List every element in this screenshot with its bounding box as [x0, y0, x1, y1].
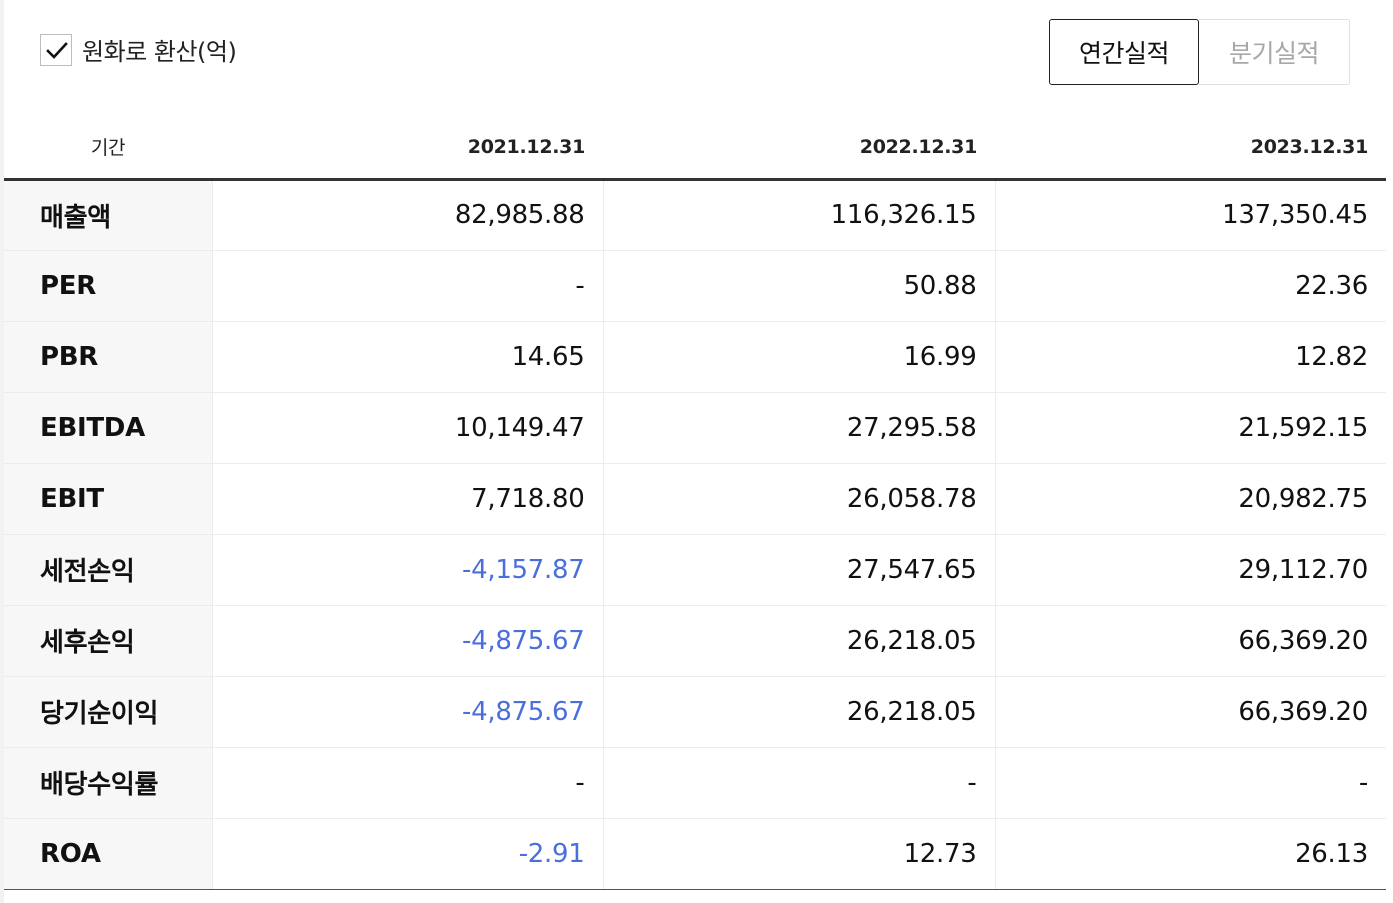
row-label: 당기순이익	[4, 676, 212, 748]
table-cell: -4,875.67	[211, 676, 603, 748]
row-label: ROA	[4, 818, 212, 890]
table-cell: 27,295.58	[602, 392, 995, 464]
column-header: 2023.12.31	[995, 116, 1386, 181]
table-cell: -4,157.87	[211, 533, 603, 606]
table-cell: 21,592.15	[994, 392, 1386, 464]
table-cell: 26,218.05	[602, 605, 995, 677]
table-cell: -	[994, 747, 1386, 819]
table-cell: 12.82	[994, 321, 1386, 393]
table-row: 배당수익률 - - -	[4, 747, 1386, 819]
krw-convert-label: 원화로 환산(억)	[82, 38, 237, 66]
table-cell: 66,369.20	[994, 605, 1386, 677]
financial-toolbar: 원화로 환산(억) 연간실적 분기실적	[40, 18, 1350, 86]
table-cell: 16.99	[602, 321, 995, 393]
row-label: EBIT	[4, 463, 212, 535]
table-cell: 26,218.05	[602, 676, 995, 748]
row-label: PBR	[4, 321, 212, 393]
row-label: 배당수익률	[4, 747, 212, 819]
table-cell: 27,547.65	[602, 533, 995, 606]
table-row: EBITDA 10,149.47 27,295.58 21,592.15	[4, 392, 1386, 464]
quarterly-results-tab[interactable]: 분기실적	[1199, 19, 1350, 85]
table-row: PER - 50.88 22.36	[4, 250, 1386, 322]
period-toggle: 연간실적 분기실적	[1049, 19, 1350, 85]
annual-results-tab[interactable]: 연간실적	[1049, 19, 1199, 85]
table-cell: 137,350.45	[994, 179, 1386, 251]
financial-summary-table: 기간 2021.12.31 2022.12.31 2023.12.31 매출액 …	[4, 116, 1386, 890]
table-cell: 14.65	[211, 321, 603, 393]
table-cell: 20,982.75	[994, 463, 1386, 535]
table-row: 세후손익 -4,875.67 26,218.05 66,369.20	[4, 605, 1386, 677]
table-row: 세전손익 -4,157.87 27,547.65 29,112.70	[4, 533, 1386, 606]
table-cell: -2.91	[211, 818, 603, 890]
table-cell: 26,058.78	[602, 463, 995, 535]
table-cell: 116,326.15	[602, 179, 995, 251]
period-header: 기간	[4, 116, 212, 181]
table-cell: 50.88	[602, 250, 995, 322]
table-cell: 29,112.70	[994, 533, 1386, 606]
table-cell: 22.36	[994, 250, 1386, 322]
table-row: EBIT 7,718.80 26,058.78 20,982.75	[4, 463, 1386, 535]
table-cell: 82,985.88	[211, 179, 603, 251]
row-label: 세후손익	[4, 605, 212, 677]
table-cell: -	[211, 250, 603, 322]
krw-convert-checkbox[interactable]	[40, 33, 72, 66]
row-label: PER	[4, 250, 212, 322]
column-header: 2022.12.31	[603, 116, 995, 181]
table-cell: 10,149.47	[211, 392, 603, 464]
table-header-row: 기간 2021.12.31 2022.12.31 2023.12.31	[4, 116, 1386, 181]
row-label: 세전손익	[4, 533, 212, 606]
checkmark-icon	[46, 41, 68, 59]
column-header: 2021.12.31	[212, 116, 603, 181]
table-row: PBR 14.65 16.99 12.82	[4, 321, 1386, 393]
table-cell: 66,369.20	[994, 676, 1386, 748]
table-cell: 12.73	[602, 818, 995, 890]
table-row: 매출액 82,985.88 116,326.15 137,350.45	[4, 179, 1386, 251]
table-cell: 26.13	[994, 818, 1386, 890]
table-row: ROA -2.91 12.73 26.13	[4, 818, 1386, 890]
table-cell: 7,718.80	[211, 463, 603, 535]
table-cell: -	[211, 747, 603, 819]
table-cell: -4,875.67	[211, 605, 603, 677]
row-label: 매출액	[4, 179, 212, 251]
row-label: EBITDA	[4, 392, 212, 464]
table-cell: -	[602, 747, 995, 819]
table-row: 당기순이익 -4,875.67 26,218.05 66,369.20	[4, 676, 1386, 748]
krw-convert-toggle[interactable]: 원화로 환산(억)	[40, 32, 237, 67]
